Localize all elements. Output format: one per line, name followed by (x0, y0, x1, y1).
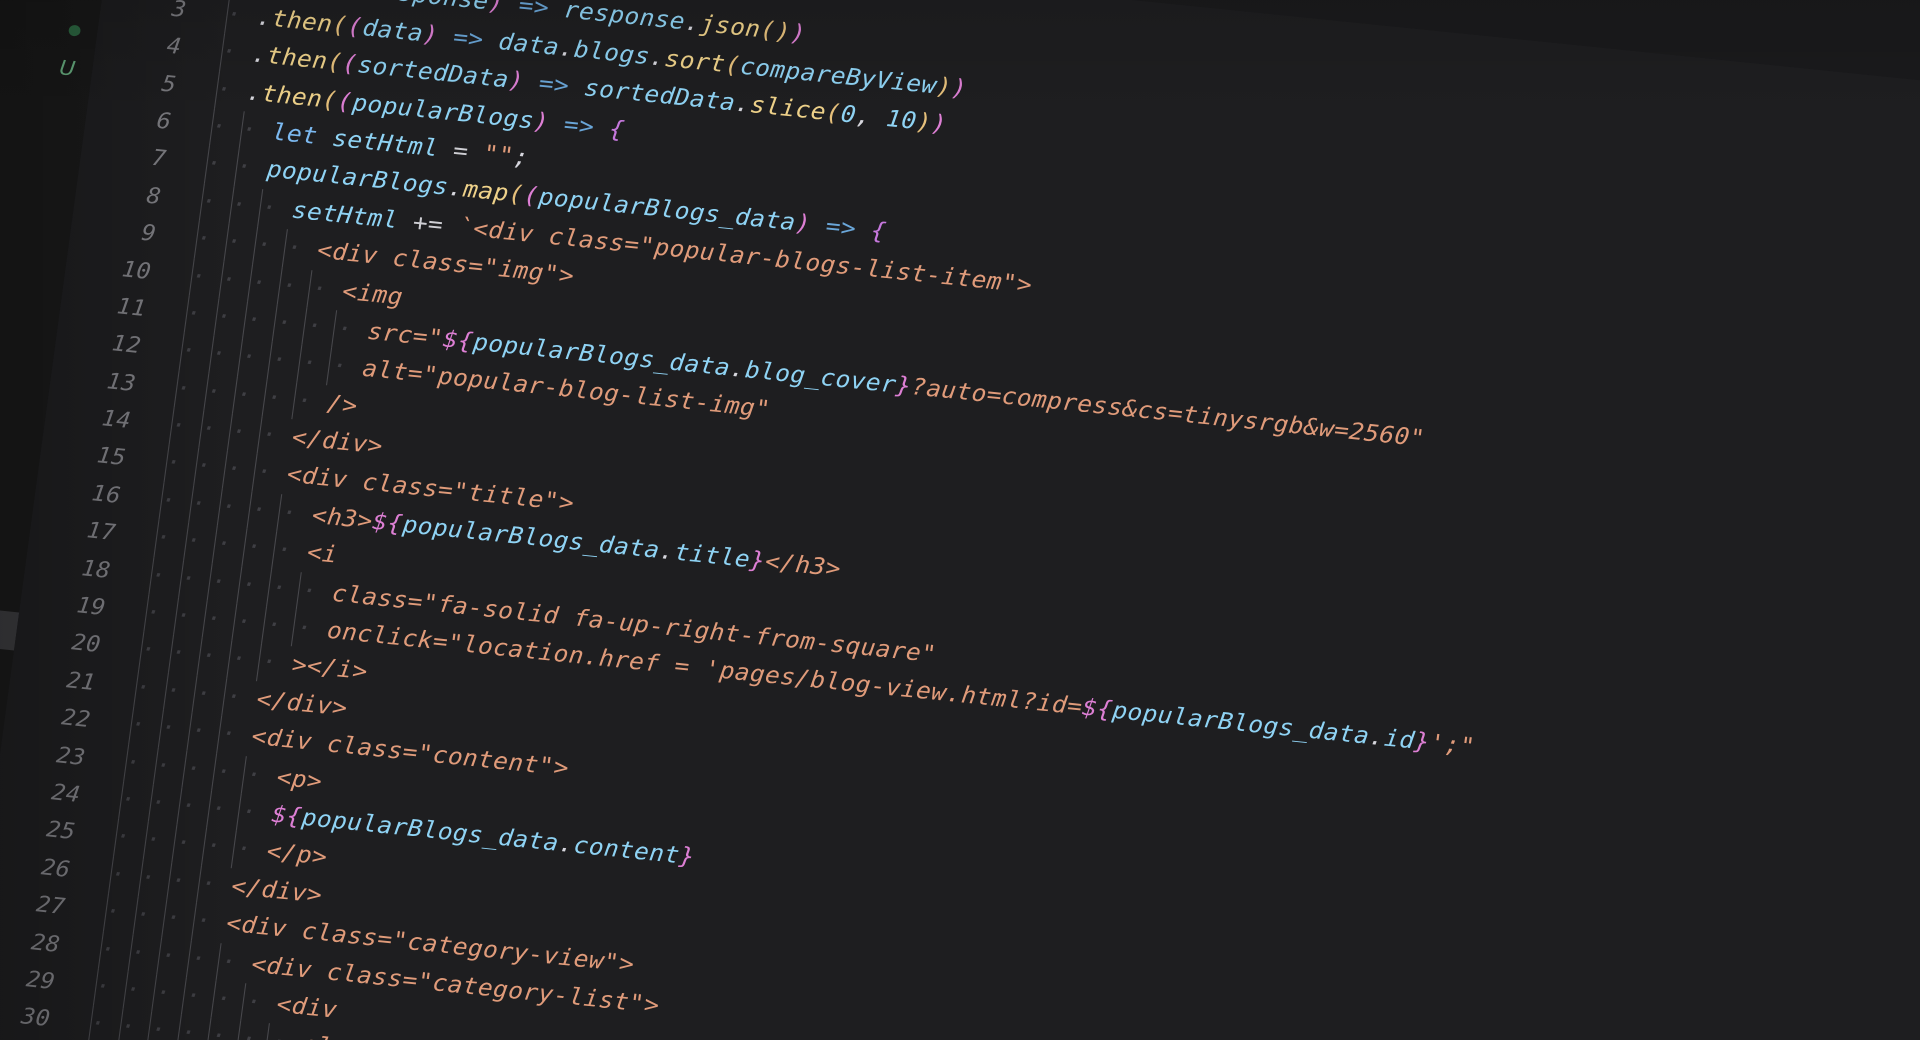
code-token: ${ (441, 326, 476, 356)
code-token: /> (325, 390, 360, 420)
whitespace-markers: · · · (199, 187, 294, 224)
code-token: src=" (365, 318, 445, 353)
code-token: <div (471, 215, 536, 248)
code-token: { (869, 218, 888, 246)
code-token: data (496, 28, 561, 61)
code-token: data (360, 14, 425, 47)
code-token: ></i> (290, 651, 370, 686)
code-token: blogs (572, 36, 652, 71)
code-token: ${ (1080, 694, 1115, 724)
code-token: ${ (370, 508, 405, 538)
code-token: <div (285, 461, 350, 495)
code-token: then (265, 42, 330, 76)
editor-workbench: icleaft.txtU-data.jsonical-data.jsoneate… (0, 0, 1920, 1040)
whitespace-markers: · (214, 75, 249, 105)
code-token: let (270, 119, 320, 150)
code-editor[interactable]: 1fetch("mock/blog-data.json")2· .then((r… (0, 0, 1920, 1040)
code-token: { (607, 115, 627, 144)
code-token: += (411, 209, 445, 239)
code-token: </div> (229, 873, 324, 909)
code-token: } (677, 843, 697, 871)
code-token: <div (249, 951, 314, 984)
code-token: <p> (275, 764, 324, 795)
code-token: </div> (254, 686, 350, 722)
code-token: setHtml (330, 125, 440, 163)
code-token: ) (788, 20, 808, 49)
code-token: ';" (1427, 730, 1477, 761)
git-status-dot-icon (67, 24, 82, 37)
git-status-badge: U (57, 55, 77, 81)
code-token: <img (340, 278, 405, 311)
code-token: <div (274, 991, 339, 1024)
code-token: ) (929, 110, 949, 139)
code-token: , (854, 102, 889, 133)
code-token: </div> (290, 424, 385, 460)
code-token: sort (663, 45, 727, 78)
code-token: json (698, 11, 763, 44)
code-token: => (517, 0, 551, 22)
code-token: title (672, 539, 752, 574)
code-token: id (1382, 725, 1417, 755)
code-token: <h3> (310, 502, 375, 535)
screen: icleaft.txtU-data.jsonical-data.jsoneate… (0, 0, 1920, 1040)
whitespace-markers: · (224, 0, 259, 31)
whitespace-markers: · (219, 38, 254, 68)
code-token: ; (511, 143, 531, 172)
code-token: response (562, 0, 687, 36)
code-token: setHtml (290, 197, 400, 234)
code-token: 10 (884, 106, 919, 136)
code-token: => (562, 111, 596, 141)
code-token: ${ (270, 801, 304, 831)
code-token: then (260, 80, 325, 113)
code-token: ) (949, 74, 969, 103)
code-token: </h3> (763, 548, 843, 583)
code-token: => (537, 70, 571, 100)
code-token: slice (748, 92, 828, 126)
code-token: <div (249, 723, 314, 756)
code-token: <div (315, 237, 380, 270)
code-token: content (572, 832, 682, 870)
code-token: => (451, 24, 486, 54)
code-token: <i (305, 539, 340, 569)
code-token: map (461, 176, 511, 208)
code-token: then (270, 5, 335, 38)
code-token: </p> (264, 838, 329, 872)
code-token: => (824, 213, 858, 243)
code-token: "" (481, 140, 516, 170)
file-name-label: icle (0, 0, 70, 42)
code-token: <div (224, 910, 289, 943)
